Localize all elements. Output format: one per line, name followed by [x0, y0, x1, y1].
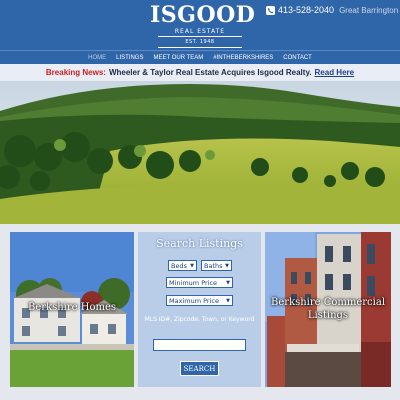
berkshire-homes-panel[interactable]: Berkshire Homes	[10, 232, 134, 387]
berkshire-homes-title[interactable]: Berkshire Homes	[10, 302, 134, 313]
nav-home[interactable]: HOME	[88, 55, 106, 61]
phone-number[interactable]: 413-528-2040	[278, 5, 334, 15]
beds-select[interactable]: Beds ▼	[168, 260, 197, 271]
search-listings-title: Search Listings	[156, 237, 243, 250]
minimum-price-select[interactable]: Minimum Price ▼	[166, 277, 233, 288]
chevron-down-icon: ▼	[190, 262, 194, 269]
minimum-price-label: Minimum Price	[169, 278, 218, 287]
nav-contact[interactable]: CONTACT	[283, 55, 312, 61]
feature-panels: Berkshire Homes Search Listings Beds ▼ B…	[0, 224, 400, 400]
main-nav: HOME LISTINGS MEET OUR TEAM #INTHEBERKSH…	[0, 50, 400, 65]
maximum-price-select[interactable]: Maximum Price ▼	[166, 295, 233, 306]
read-here-link[interactable]: Read Here	[315, 68, 355, 77]
chevron-down-icon: ▼	[226, 297, 230, 304]
beds-select-label: Beds	[171, 261, 187, 270]
breaking-news-text: Wheeler & Taylor Real Estate Acquires Is…	[108, 68, 312, 77]
phone-contact[interactable]: 413-528-2040 Great Barrington	[266, 4, 398, 16]
nav-listings[interactable]: LISTINGS	[116, 55, 143, 61]
office-location: Great Barrington	[339, 5, 399, 15]
berkshire-commercial-title[interactable]: Berkshire Commercial Listings	[265, 296, 391, 322]
search-button[interactable]: SEARCH	[180, 361, 219, 376]
maximum-price-label: Maximum Price	[169, 296, 219, 305]
baths-select[interactable]: Baths ▼	[201, 260, 232, 271]
berkshire-commercial-panel[interactable]: Berkshire Commercial Listings	[265, 232, 391, 387]
logo-divider-bottom	[158, 47, 242, 48]
nav-in-the-berkshires[interactable]: #INTHEBERKSHIRES	[213, 55, 273, 61]
baths-select-label: Baths	[204, 261, 223, 270]
breaking-news-label: Breaking News:	[45, 68, 106, 77]
search-hint-text: MLS ID#, Zipcode, Town, or Keyword	[144, 316, 255, 323]
chevron-down-icon: ▼	[226, 279, 230, 286]
nav-meet-our-team[interactable]: MEET OUR TEAM	[153, 55, 203, 61]
hero-landscape-image	[0, 81, 400, 224]
logo-divider	[158, 36, 242, 37]
search-listings-panel: Search Listings Beds ▼ Baths ▼ Minimum P…	[138, 232, 261, 387]
logo[interactable]: ISGOOD	[150, 2, 255, 28]
breaking-news-bar: Breaking News: Wheeler & Taylor Real Est…	[0, 64, 400, 81]
chevron-down-icon: ▼	[225, 262, 229, 269]
phone-icon	[266, 5, 275, 15]
site-header: ISGOOD REAL ESTATE EST. 1948 413-528-204…	[0, 0, 400, 50]
logo-subtitle: REAL ESTATE	[174, 28, 226, 35]
search-keyword-input[interactable]	[153, 339, 246, 351]
logo-established: EST. 1948	[185, 39, 215, 45]
